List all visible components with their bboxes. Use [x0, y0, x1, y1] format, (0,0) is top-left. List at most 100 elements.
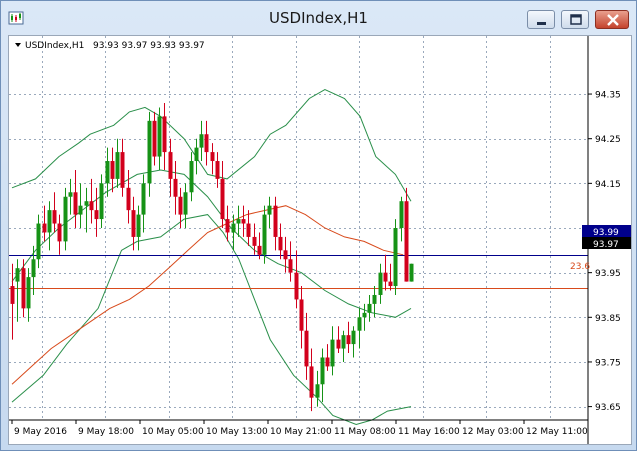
candle-body[interactable]: [304, 330, 309, 367]
candle-body[interactable]: [231, 223, 236, 233]
candle-body[interactable]: [367, 303, 372, 313]
candle-body[interactable]: [173, 178, 178, 197]
candle-body[interactable]: [262, 214, 267, 255]
candle-body[interactable]: [47, 210, 52, 233]
title-bar[interactable]: USDIndex,H1: [1, 1, 636, 37]
candle-body[interactable]: [299, 299, 304, 331]
candle-body[interactable]: [42, 223, 47, 233]
candle-body[interactable]: [278, 236, 283, 251]
candle-body[interactable]: [63, 196, 68, 242]
candle-body[interactable]: [315, 384, 320, 398]
candle-body[interactable]: [388, 281, 393, 287]
candle-body[interactable]: [10, 286, 15, 304]
candle-body[interactable]: [136, 214, 141, 237]
time-tick-label: 12 May 03:00: [462, 427, 524, 437]
candle-body[interactable]: [320, 357, 325, 385]
close-icon: [607, 14, 619, 26]
candle-body[interactable]: [194, 147, 199, 162]
candle-body[interactable]: [383, 272, 388, 282]
candle-body[interactable]: [267, 205, 272, 215]
candle-body[interactable]: [325, 357, 330, 367]
candle-body[interactable]: [183, 192, 188, 215]
candle-body[interactable]: [357, 317, 362, 331]
candle-body[interactable]: [409, 263, 414, 282]
bollinger-upper-line[interactable]: [11, 89, 412, 202]
candle-body[interactable]: [273, 205, 278, 237]
candle-body[interactable]: [78, 205, 83, 215]
candle-body[interactable]: [105, 161, 110, 184]
minimize-button[interactable]: [527, 10, 555, 29]
candle-body[interactable]: [15, 268, 20, 282]
bid-label: 93.97: [593, 240, 619, 250]
moving-average-line[interactable]: [11, 205, 404, 385]
candle-body[interactable]: [362, 312, 367, 318]
time-tick-label: 12 May 11:00: [526, 427, 588, 437]
candle-body[interactable]: [189, 161, 194, 193]
candle-body[interactable]: [399, 201, 404, 228]
candle-body[interactable]: [73, 192, 78, 215]
candle-body[interactable]: [288, 259, 293, 273]
candle-body[interactable]: [110, 161, 115, 179]
candle-body[interactable]: [294, 272, 299, 300]
candle-body[interactable]: [393, 228, 398, 287]
maximize-button[interactable]: [561, 10, 589, 29]
chart-area[interactable]: 94.3594.2594.1594.0593.9593.8593.7593.65…: [8, 35, 632, 445]
price-tick-label: 93.65: [595, 403, 621, 413]
candle-body[interactable]: [68, 192, 73, 197]
candle-body[interactable]: [309, 366, 314, 398]
candle-body[interactable]: [131, 210, 136, 237]
candle-body[interactable]: [220, 178, 225, 220]
candle-body[interactable]: [199, 134, 204, 148]
candle-body[interactable]: [147, 120, 152, 184]
candle-body[interactable]: [168, 152, 173, 179]
candle-body[interactable]: [152, 120, 157, 157]
candle-body[interactable]: [21, 268, 26, 309]
candle-body[interactable]: [94, 210, 99, 220]
candle-body[interactable]: [157, 116, 162, 157]
candle-body[interactable]: [115, 152, 120, 179]
candle-body[interactable]: [225, 219, 230, 233]
candle-body[interactable]: [57, 223, 62, 242]
candle-body[interactable]: [141, 183, 146, 215]
candlestick-chart[interactable]: 94.3594.2594.1594.0593.9593.8593.7593.65…: [9, 36, 631, 444]
ohlc-label: 93.93 93.97 93.93 93.97: [93, 41, 205, 51]
candles: [10, 102, 414, 412]
candle-body[interactable]: [378, 272, 383, 295]
candle-body[interactable]: [210, 152, 215, 162]
close-button[interactable]: [595, 10, 629, 29]
candle-body[interactable]: [336, 339, 341, 349]
candle-body[interactable]: [236, 219, 241, 224]
candle-body[interactable]: [241, 219, 246, 224]
candle-body[interactable]: [52, 210, 57, 224]
candle-body[interactable]: [89, 201, 94, 211]
candle-body[interactable]: [341, 335, 346, 349]
candle-body[interactable]: [330, 339, 335, 367]
candle-body[interactable]: [215, 161, 220, 179]
candle-body[interactable]: [246, 223, 251, 237]
candle-body[interactable]: [372, 294, 377, 304]
candle-body[interactable]: [162, 116, 167, 153]
candle-body[interactable]: [99, 183, 104, 220]
candle-body[interactable]: [31, 259, 36, 278]
candle-body[interactable]: [257, 245, 262, 255]
bollinger-middle-line[interactable]: [11, 169, 412, 318]
candle-body[interactable]: [283, 250, 288, 260]
candle-body[interactable]: [120, 152, 125, 188]
bollinger-lower-line[interactable]: [11, 214, 412, 426]
candle-body[interactable]: [126, 187, 131, 211]
candle-body[interactable]: [204, 134, 209, 153]
chart-menu-arrow-icon[interactable]: [15, 43, 21, 47]
candle-body[interactable]: [351, 330, 356, 345]
chart-window: USDIndex,H1 94.3594.2594.1594.0593.9593.…: [0, 0, 637, 451]
candle-body[interactable]: [84, 201, 89, 206]
candle-body[interactable]: [36, 223, 41, 260]
candle-body[interactable]: [346, 335, 351, 345]
candle-body[interactable]: [404, 201, 409, 282]
candle-body[interactable]: [252, 236, 257, 246]
candle-body[interactable]: [26, 277, 31, 309]
minimize-icon: [537, 22, 546, 25]
candle-body[interactable]: [178, 196, 183, 215]
indicator-lines: [11, 89, 412, 426]
time-tick-label: 10 May 21:00: [270, 427, 332, 437]
price-tick-label: 94.25: [595, 135, 621, 145]
